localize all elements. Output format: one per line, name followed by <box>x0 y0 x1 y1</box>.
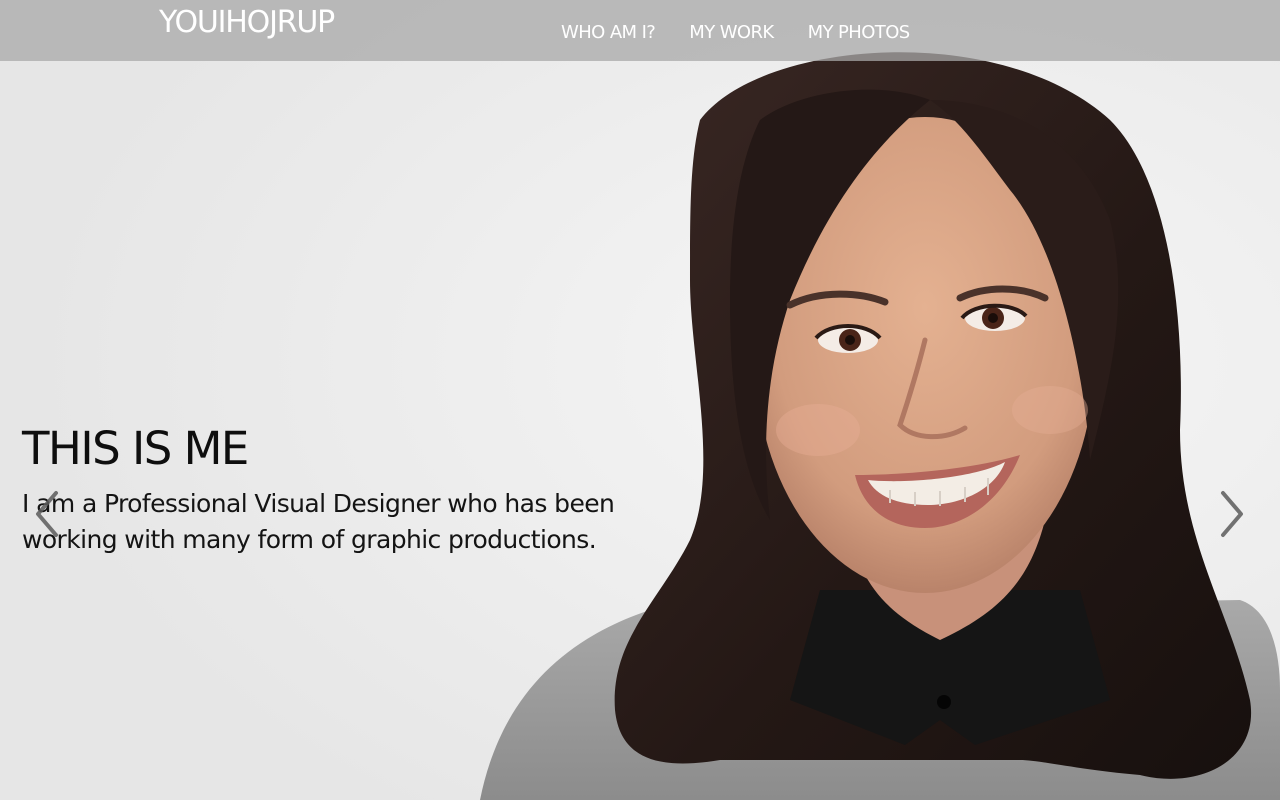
hero-caption: THIS IS ME I am a Professional Visual De… <box>22 420 682 558</box>
hero-image <box>0 0 1280 800</box>
hero-title: THIS IS ME <box>22 422 249 475</box>
portrait-illustration <box>0 0 1280 800</box>
main-nav: WHO AM I? MY WORK MY PHOTOS <box>561 22 910 43</box>
nav-link-who-am-i[interactable]: WHO AM I? <box>561 22 656 43</box>
top-navbar: YOUIHOJRUP WHO AM I? MY WORK MY PHOTOS <box>0 0 1280 61</box>
chevron-left-icon <box>36 491 58 537</box>
chevron-right-icon <box>1221 491 1243 537</box>
nav-link-my-photos[interactable]: MY PHOTOS <box>808 22 911 43</box>
brand-logo-link[interactable]: YOUIHOJRUP <box>159 5 335 40</box>
page: YOUIHOJRUP WHO AM I? MY WORK MY PHOTOS T… <box>0 0 1280 800</box>
nav-link-my-work[interactable]: MY WORK <box>689 22 774 43</box>
carousel-prev-button[interactable] <box>27 484 67 544</box>
carousel-next-button[interactable] <box>1212 484 1252 544</box>
hero-description: I am a Professional Visual Designer who … <box>22 489 615 554</box>
